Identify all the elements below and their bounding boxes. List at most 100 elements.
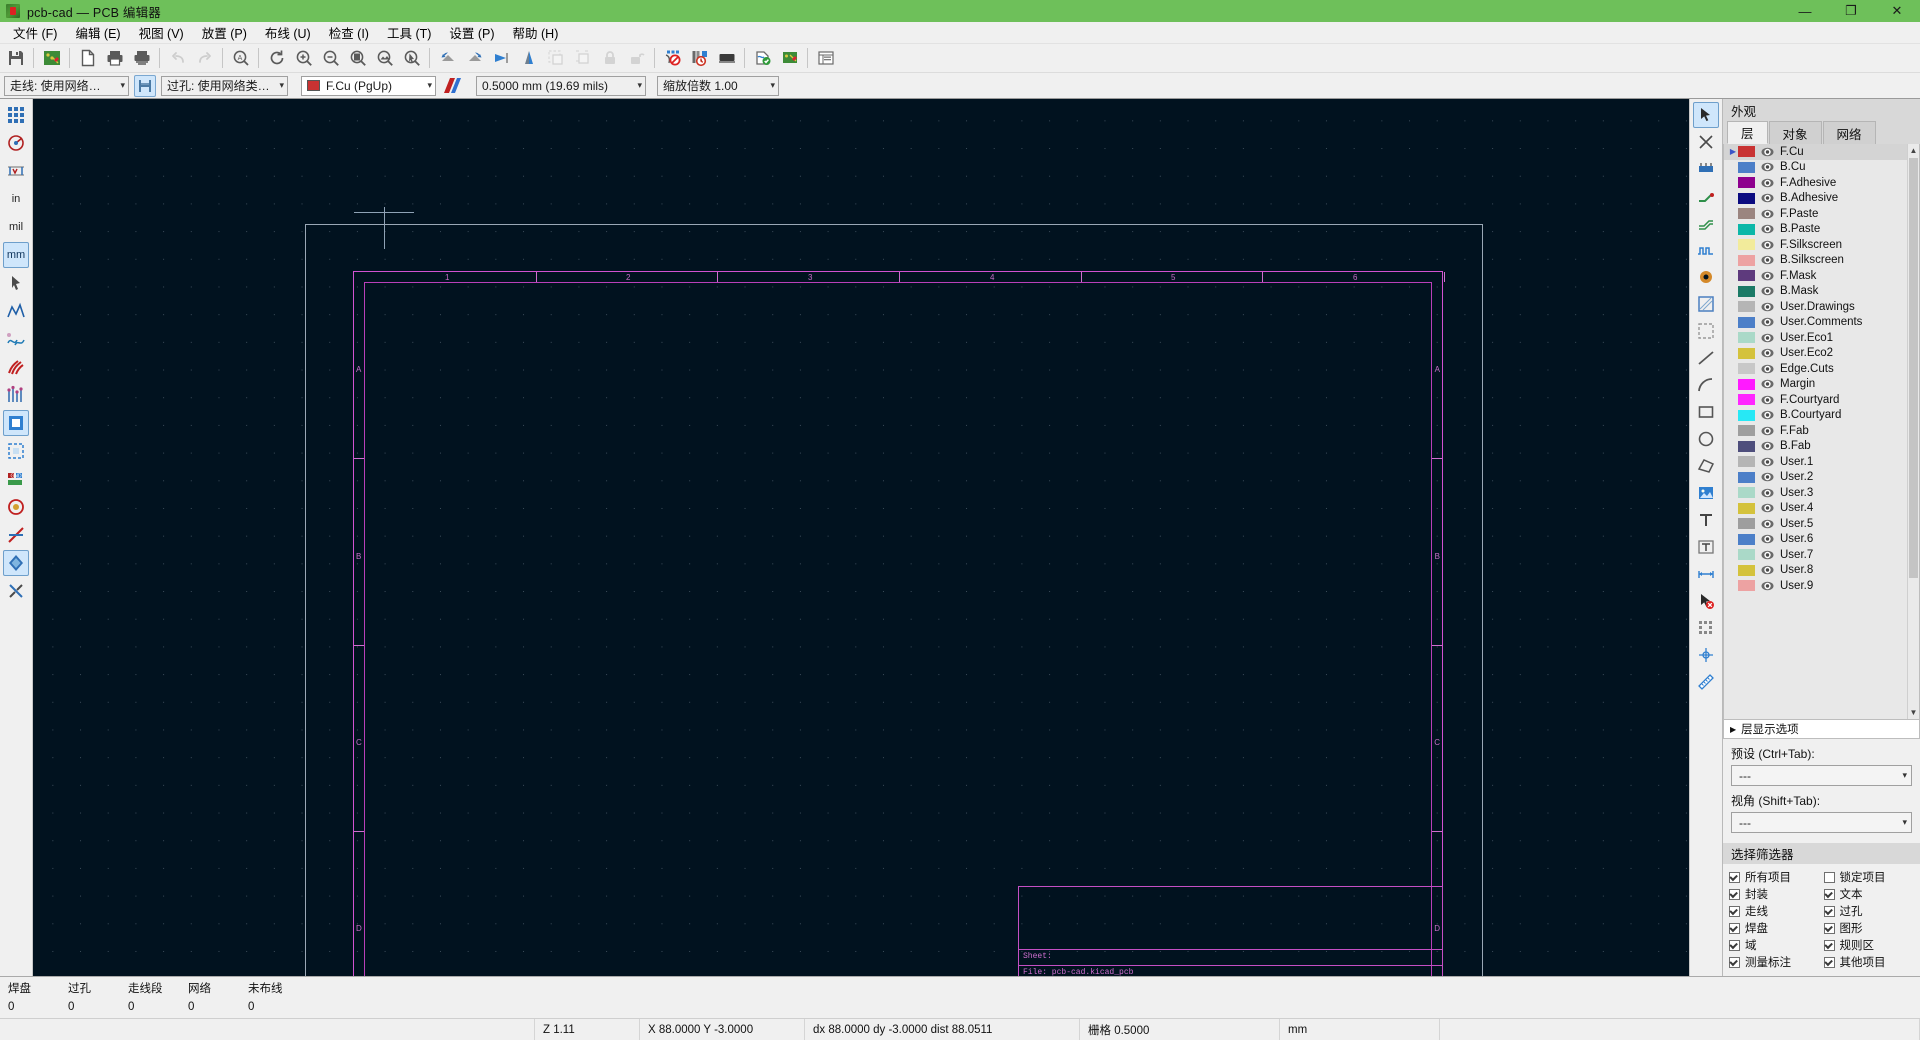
eye-icon[interactable] [1760, 193, 1775, 204]
layer-row[interactable]: B.Adhesive [1724, 191, 1907, 207]
layer-color-swatch[interactable] [1738, 255, 1755, 266]
set-origin-button[interactable] [1693, 615, 1719, 641]
eye-icon[interactable] [1760, 270, 1775, 281]
layer-row[interactable]: User.5 [1724, 516, 1907, 532]
layer-color-swatch[interactable] [1738, 348, 1755, 359]
eye-icon[interactable] [1760, 518, 1775, 529]
update-from-schematic-button[interactable] [660, 46, 685, 71]
layer-color-swatch[interactable] [1738, 565, 1755, 576]
layers-scrollbar[interactable]: ▲ ▼ [1907, 144, 1919, 719]
checkbox[interactable] [1729, 957, 1740, 968]
add-rule-area-button[interactable] [1693, 318, 1719, 344]
add-zone-button[interactable] [1693, 291, 1719, 317]
grid-origin-button[interactable] [1693, 642, 1719, 668]
toggle-contrast-mode-button[interactable] [3, 550, 29, 576]
filter-rule-areas[interactable]: 规则区 [1824, 937, 1917, 953]
layer-color-swatch[interactable] [1738, 518, 1755, 529]
layer-color-swatch[interactable] [1738, 146, 1755, 157]
filter-vias[interactable]: 过孔 [1824, 903, 1917, 919]
layer-color-swatch[interactable] [1738, 208, 1755, 219]
eye-icon[interactable] [1760, 456, 1775, 467]
eye-icon[interactable] [1760, 208, 1775, 219]
delete-tool-button[interactable] [1693, 588, 1719, 614]
grid-select[interactable]: 0.5000 mm (19.69 mils) ▾ [476, 76, 646, 96]
save-button[interactable] [3, 46, 28, 71]
eye-icon[interactable] [1760, 441, 1775, 452]
eye-icon[interactable] [1760, 286, 1775, 297]
redo-button[interactable] [192, 46, 217, 71]
track-width-select[interactable]: 走线: 使用网络类宽度 ▾ [4, 76, 129, 96]
scrollbar-thumb[interactable] [1909, 158, 1918, 578]
add-text-button[interactable] [1693, 507, 1719, 533]
layer-row[interactable]: B.Courtyard [1724, 408, 1907, 424]
eye-icon[interactable] [1760, 565, 1775, 576]
route-tracks-button[interactable] [1693, 183, 1719, 209]
toggle-pad-sketch-button[interactable] [3, 494, 29, 520]
eye-icon[interactable] [1760, 425, 1775, 436]
eye-icon[interactable] [1760, 363, 1775, 374]
drc-button[interactable] [750, 46, 775, 71]
menu-inspect[interactable]: 检查 (I) [320, 21, 378, 44]
minimize-button[interactable]: — [1782, 0, 1828, 22]
ungroup-button[interactable] [570, 46, 595, 71]
ratsnest-display-button[interactable] [3, 382, 29, 408]
menu-place[interactable]: 放置 (P) [193, 21, 256, 44]
layer-pair-button[interactable] [441, 75, 463, 97]
zoom-fit-page-button[interactable] [345, 46, 370, 71]
route-differential-button[interactable] [1693, 210, 1719, 236]
lock-button[interactable] [597, 46, 622, 71]
unlock-button[interactable] [624, 46, 649, 71]
toggle-units-mil-button[interactable]: mil [3, 214, 29, 240]
layer-row[interactable]: User.6 [1724, 532, 1907, 548]
layer-row[interactable]: User.9 [1724, 578, 1907, 594]
add-via-button[interactable] [1693, 264, 1719, 290]
checkbox[interactable] [1729, 872, 1740, 883]
menu-file[interactable]: 文件 (F) [4, 21, 66, 44]
eye-icon[interactable] [1760, 410, 1775, 421]
zoom-fit-objects-button[interactable] [372, 46, 397, 71]
layer-color-swatch[interactable] [1738, 301, 1755, 312]
layer-color-swatch[interactable] [1738, 224, 1755, 235]
eye-icon[interactable] [1760, 487, 1775, 498]
toggle-draw-mode-button[interactable] [3, 578, 29, 604]
zoom-out-button[interactable] [318, 46, 343, 71]
layer-row[interactable]: F.Adhesive [1724, 175, 1907, 191]
page-settings-button[interactable] [75, 46, 100, 71]
checkbox[interactable] [1824, 940, 1835, 951]
checkbox[interactable] [1824, 923, 1835, 934]
filter-zones[interactable]: 域 [1729, 937, 1822, 953]
filter-other-items[interactable]: 其他项目 [1824, 954, 1917, 970]
menu-view[interactable]: 视图 (V) [130, 21, 193, 44]
layer-color-swatch[interactable] [1738, 162, 1755, 173]
checkbox[interactable] [1824, 872, 1835, 883]
layer-row[interactable]: F.Mask [1724, 268, 1907, 284]
layer-color-swatch[interactable] [1738, 177, 1755, 188]
layer-row[interactable]: User.1 [1724, 454, 1907, 470]
eye-icon[interactable] [1760, 255, 1775, 266]
refresh-button[interactable] [264, 46, 289, 71]
toggle-zone-filled-button[interactable] [3, 410, 29, 436]
layers-list[interactable]: ▶F.CuB.CuF.AdhesiveB.AdhesiveF.PasteB.Pa… [1723, 144, 1920, 720]
layer-color-swatch[interactable] [1738, 410, 1755, 421]
zoom-selection-button[interactable] [399, 46, 424, 71]
layer-color-swatch[interactable] [1738, 239, 1755, 250]
checkbox[interactable] [1729, 906, 1740, 917]
eye-icon[interactable] [1760, 301, 1775, 312]
layer-row[interactable]: B.Cu [1724, 160, 1907, 176]
draw-polygon-button[interactable] [1693, 453, 1719, 479]
toggle-via-sketch-button[interactable] [3, 522, 29, 548]
checkbox[interactable] [1729, 889, 1740, 900]
layer-color-swatch[interactable] [1738, 379, 1755, 390]
layer-color-swatch[interactable] [1738, 193, 1755, 204]
tab-nets[interactable]: 网络 [1823, 121, 1876, 144]
menu-preferences[interactable]: 设置 (P) [440, 21, 503, 44]
toggle-ratsnest-button[interactable] [3, 298, 29, 324]
menu-tools[interactable]: 工具 (T) [378, 21, 440, 44]
menu-help[interactable]: 帮助 (H) [504, 21, 568, 44]
place-footprint-button[interactable] [1693, 156, 1719, 182]
close-button[interactable]: ✕ [1874, 0, 1920, 22]
via-size-select[interactable]: 过孔: 使用网络类尺寸 ▾ [161, 76, 288, 96]
toggle-units-inch-label[interactable]: in [3, 186, 29, 212]
scroll-down-icon[interactable]: ▼ [1908, 706, 1919, 719]
zoom-in-button[interactable] [291, 46, 316, 71]
